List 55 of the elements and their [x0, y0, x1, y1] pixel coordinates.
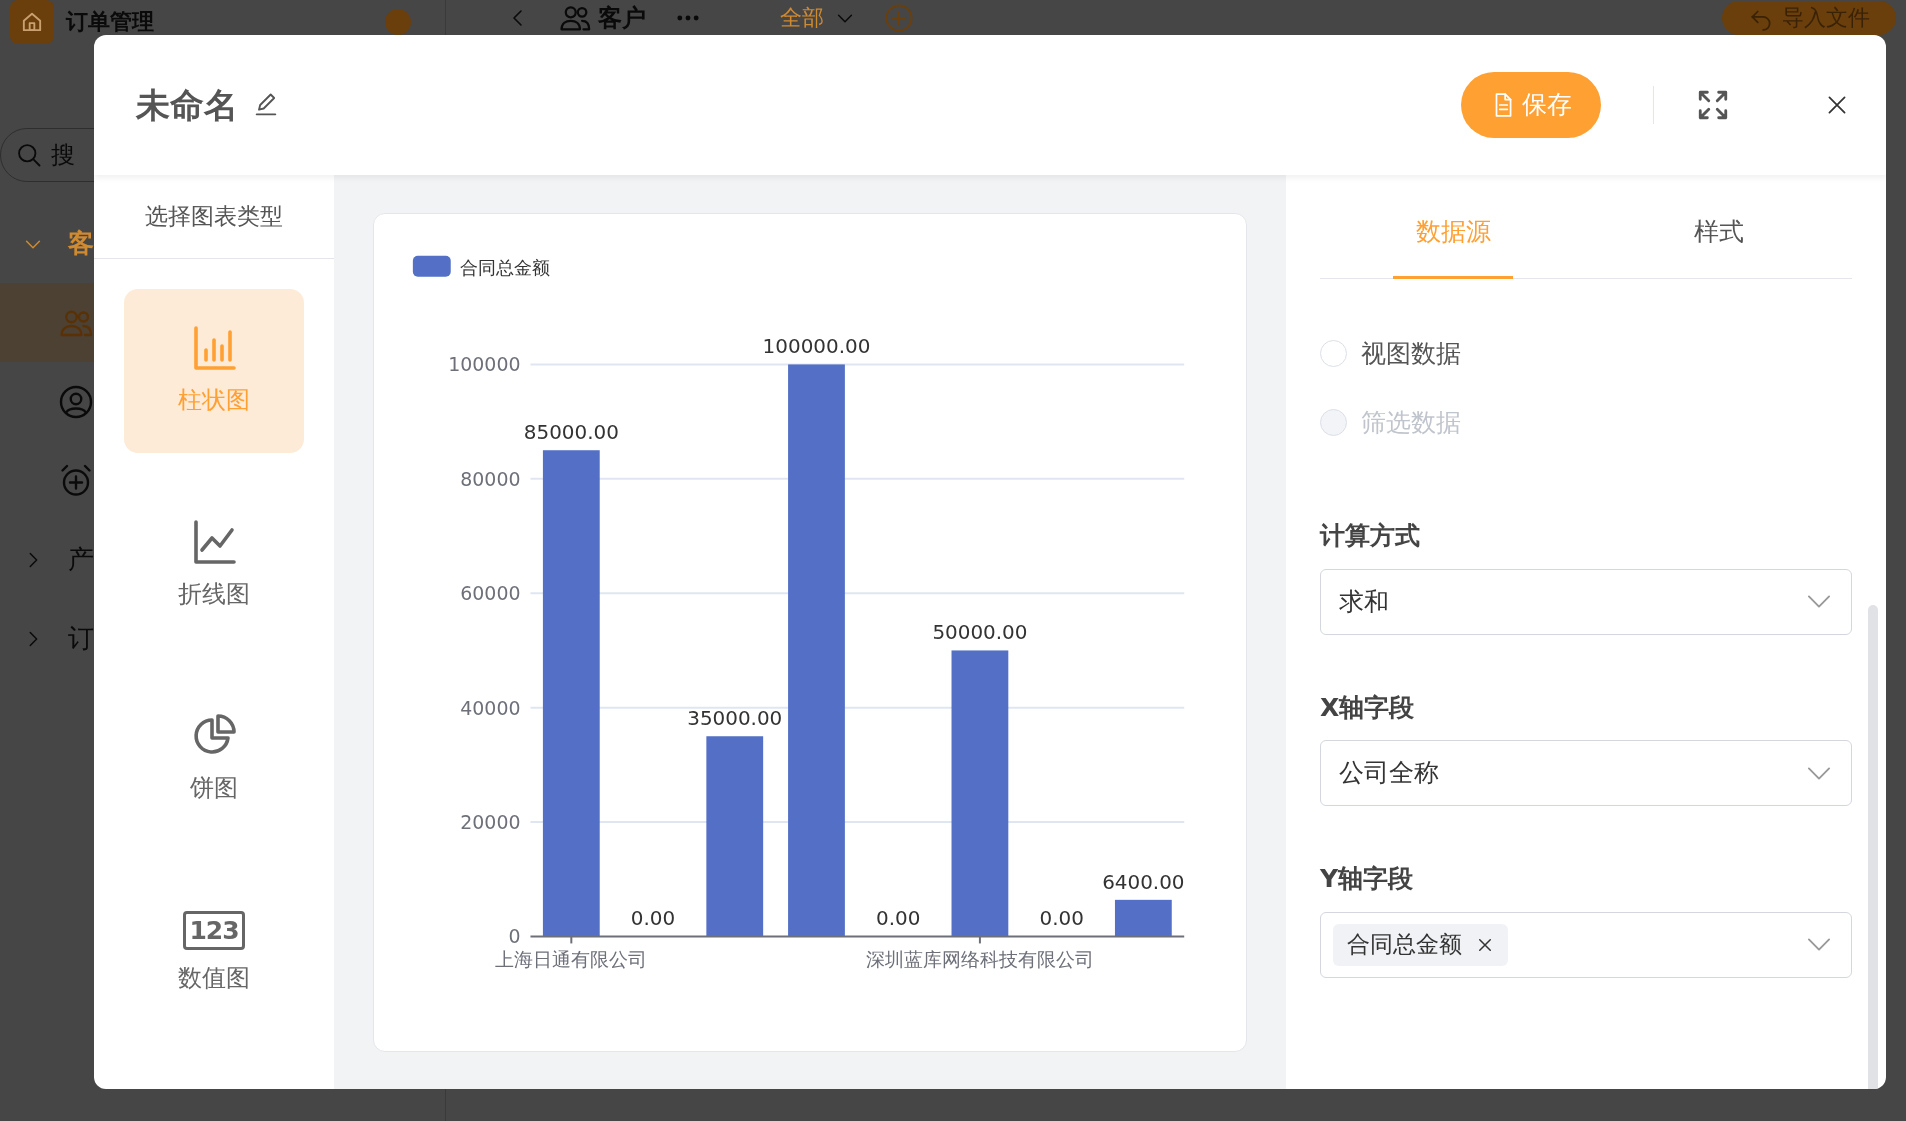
chevron-down-icon — [1807, 766, 1831, 780]
bar[interactable] — [1114, 899, 1172, 937]
search-placeholder: 搜 — [51, 140, 75, 171]
category-label: 深圳蓝库网络科技有限公司 — [865, 948, 1094, 971]
notification-dot — [385, 9, 411, 35]
fullscreen-icon[interactable] — [1696, 88, 1730, 122]
select-field[interactable]: 公司全称 — [1320, 740, 1852, 806]
axis-label: 100000 — [448, 353, 521, 376]
value-label: 35000.00 — [687, 707, 783, 731]
chevron-down-icon — [1807, 938, 1831, 951]
dialog-title: 未命名 — [136, 83, 238, 127]
alarm-clock-icon[interactable] — [58, 462, 94, 499]
axis-label: 40000 — [460, 696, 521, 719]
panel-heading: 选择图表类型 — [145, 202, 283, 232]
nav-group-label[interactable]: 客 — [68, 224, 94, 263]
axis-label: 80000 — [460, 467, 521, 490]
chart-type-option[interactable]: 123 数值图 — [124, 871, 304, 1035]
radio-label[interactable]: 视图数据 — [1361, 334, 1461, 373]
bar[interactable] — [951, 650, 1009, 937]
number-icon: 123 — [183, 910, 245, 950]
legend-label[interactable]: 合同总金额 — [459, 256, 550, 278]
scrollbar[interactable] — [1868, 605, 1878, 1089]
bar[interactable] — [542, 450, 600, 937]
radio-label: 筛选数据 — [1361, 406, 1461, 439]
chart-type-option[interactable]: 饼图 — [124, 677, 304, 841]
chart-type-option[interactable]: 折线图 — [124, 483, 304, 647]
radio-button[interactable] — [1320, 340, 1347, 367]
app-title: 订单管理 — [66, 11, 154, 33]
category-label: 上海日通有限公司 — [495, 948, 648, 971]
view-title: 客户 — [598, 6, 646, 30]
legend-swatch[interactable] — [412, 255, 451, 277]
multi-select-field[interactable]: 合同总金额 — [1320, 911, 1852, 978]
value-label: 50000.00 — [932, 621, 1028, 645]
value-label: 0.00 — [630, 907, 676, 931]
value-label: 6400.00 — [1102, 870, 1185, 894]
app-logo — [10, 0, 54, 44]
axis-label: 60000 — [460, 582, 521, 605]
field-label: X轴字段 — [1320, 691, 1416, 724]
filter-label[interactable]: 全部 — [780, 7, 824, 29]
select-field[interactable]: 求和 — [1320, 568, 1852, 635]
axis-label: 20000 — [460, 811, 521, 833]
value-label: 85000.00 — [523, 421, 619, 445]
field-label: Y轴字段 — [1320, 863, 1415, 895]
value-label: 0.00 — [1039, 907, 1084, 931]
user-circle-icon[interactable] — [58, 383, 94, 420]
add-icon[interactable] — [884, 3, 914, 33]
chevron-down-icon — [1807, 595, 1831, 608]
tab[interactable]: 样式 — [1586, 175, 1852, 278]
axis-label: 0 — [508, 925, 521, 948]
search-icon — [15, 141, 43, 169]
bar[interactable] — [706, 736, 764, 937]
tag-label: 合同总金额 — [1347, 930, 1462, 960]
value-label: 100000.00 — [762, 335, 871, 359]
value-label: 0.00 — [876, 907, 921, 931]
field-label: 计算方式 — [1320, 520, 1421, 552]
